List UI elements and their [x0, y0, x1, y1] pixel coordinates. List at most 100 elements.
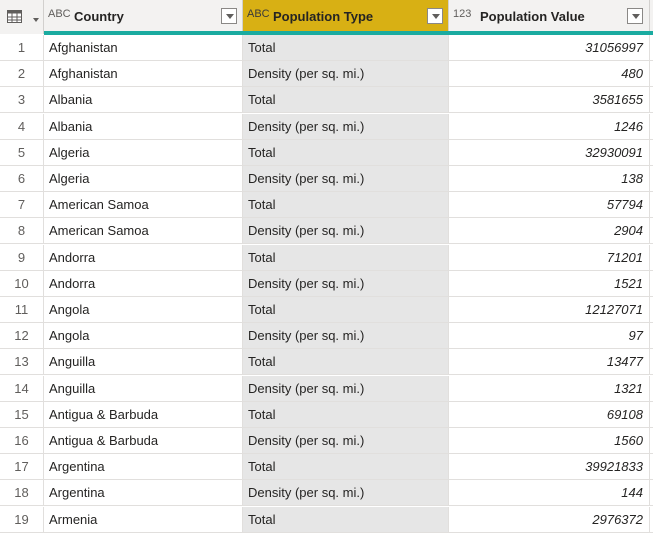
row-number[interactable]: 6 — [0, 166, 44, 192]
row-number[interactable]: 12 — [0, 323, 44, 350]
cell-country[interactable]: American Samoa — [44, 218, 243, 245]
table-row: 2 Afghanistan Density (per sq. mi.) 480 — [0, 61, 653, 88]
table-row: 14 Anguilla Density (per sq. mi.) 1321 — [0, 375, 653, 402]
table-row: 11 Angola Total 12127071 — [0, 297, 653, 323]
row-number[interactable]: 10 — [0, 270, 44, 297]
table-row: 3 Albania Total 3581655 — [0, 87, 653, 114]
cell-population-value[interactable]: 32930091 — [449, 139, 650, 166]
row-number[interactable]: 17 — [0, 454, 44, 481]
cell-country[interactable]: Antigua & Barbuda — [44, 401, 243, 428]
row-number[interactable]: 2 — [0, 61, 44, 88]
table-row: 6 Algeria Density (per sq. mi.) 138 — [0, 166, 653, 192]
row-number[interactable]: 5 — [0, 139, 44, 166]
cell-population-value[interactable]: 31056997 — [449, 35, 650, 61]
cell-country[interactable]: Anguilla — [44, 375, 243, 402]
cell-population-type[interactable]: Total — [243, 401, 449, 428]
cell-country[interactable]: Argentina — [44, 454, 243, 481]
data-grid: ABC Country ABC Population Type 123 Popu… — [0, 0, 653, 536]
cell-country[interactable]: Albania — [44, 87, 243, 114]
column-label-population-type: Population Type — [273, 9, 374, 24]
cell-population-value[interactable]: 1560 — [449, 428, 650, 454]
cell-population-value[interactable]: 97 — [449, 323, 650, 350]
table-row: 9 Andorra Total 71201 — [0, 244, 653, 271]
cell-population-value[interactable]: 12127071 — [449, 297, 650, 323]
cell-country[interactable]: Afghanistan — [44, 61, 243, 88]
row-number[interactable]: 13 — [0, 349, 44, 376]
cell-population-value[interactable]: 3581655 — [449, 87, 650, 114]
row-number[interactable]: 11 — [0, 297, 44, 323]
cell-population-value[interactable]: 69108 — [449, 401, 650, 428]
cell-population-value[interactable]: 1321 — [449, 375, 650, 402]
cell-population-type[interactable]: Total — [243, 139, 449, 166]
cell-country[interactable]: Albania — [44, 113, 243, 140]
text-type-icon[interactable]: ABC — [48, 8, 71, 20]
cell-population-type[interactable]: Total — [243, 35, 449, 61]
cell-country[interactable]: Angola — [44, 297, 243, 323]
cell-population-type[interactable]: Density (per sq. mi.) — [243, 270, 449, 297]
cell-population-type[interactable]: Total — [243, 244, 449, 271]
row-number[interactable]: 8 — [0, 218, 44, 245]
row-number[interactable]: 19 — [0, 506, 44, 533]
cell-population-value[interactable]: 1521 — [449, 270, 650, 297]
row-number[interactable]: 15 — [0, 401, 44, 428]
row-number[interactable]: 9 — [0, 244, 44, 271]
row-number[interactable]: 4 — [0, 113, 44, 140]
cell-country[interactable]: American Samoa — [44, 192, 243, 219]
cell-population-type[interactable]: Total — [243, 192, 449, 219]
cell-country[interactable]: Armenia — [44, 506, 243, 533]
row-number[interactable]: 18 — [0, 480, 44, 507]
cell-population-type[interactable]: Total — [243, 87, 449, 114]
number-type-icon[interactable]: 123 — [453, 8, 471, 20]
cell-population-value[interactable]: 2904 — [449, 218, 650, 245]
table-row: 7 American Samoa Total 57794 — [0, 192, 653, 219]
cell-population-type[interactable]: Density (per sq. mi.) — [243, 323, 449, 350]
filter-dropdown-population-value[interactable] — [627, 8, 643, 24]
cell-country[interactable]: Anguilla — [44, 349, 243, 376]
cell-population-value[interactable]: 13477 — [449, 349, 650, 376]
cell-population-value[interactable]: 144 — [449, 480, 650, 507]
table-icon — [7, 10, 22, 23]
cell-population-type[interactable]: Density (per sq. mi.) — [243, 375, 449, 402]
row-number[interactable]: 1 — [0, 35, 44, 61]
row-number[interactable]: 3 — [0, 87, 44, 114]
cell-country[interactable]: Afghanistan — [44, 35, 243, 61]
cell-population-type[interactable]: Density (per sq. mi.) — [243, 480, 449, 507]
column-header-country[interactable]: ABC Country — [44, 0, 243, 34]
text-type-icon[interactable]: ABC — [247, 8, 270, 20]
cell-country[interactable]: Angola — [44, 323, 243, 350]
column-header-population-type[interactable]: ABC Population Type — [243, 0, 449, 34]
cell-population-type[interactable]: Density (per sq. mi.) — [243, 61, 449, 88]
cell-population-type[interactable]: Density (per sq. mi.) — [243, 166, 449, 192]
cell-country[interactable]: Argentina — [44, 480, 243, 507]
cell-population-type[interactable]: Density (per sq. mi.) — [243, 218, 449, 245]
row-number[interactable]: 7 — [0, 192, 44, 219]
table-row: 19 Armenia Total 2976372 — [0, 506, 653, 533]
table-menu-button[interactable] — [0, 0, 44, 34]
cell-population-type[interactable]: Density (per sq. mi.) — [243, 428, 449, 454]
cell-population-value[interactable]: 2976372 — [449, 506, 650, 533]
table-row: 16 Antigua & Barbuda Density (per sq. mi.)… — [0, 428, 653, 454]
cell-population-type[interactable]: Density (per sq. mi.) — [243, 113, 449, 140]
cell-country[interactable]: Antigua & Barbuda — [44, 428, 243, 454]
table-row: 4 Albania Density (per sq. mi.) 1246 — [0, 113, 653, 140]
filter-dropdown-country[interactable] — [221, 8, 237, 24]
column-header-population-value[interactable]: 123 Population Value — [449, 0, 650, 34]
cell-population-type[interactable]: Total — [243, 454, 449, 481]
column-label-population-value: Population Value — [480, 9, 585, 24]
filter-dropdown-population-type[interactable] — [427, 8, 443, 24]
cell-population-type[interactable]: Total — [243, 297, 449, 323]
cell-population-value[interactable]: 1246 — [449, 113, 650, 140]
row-number[interactable]: 16 — [0, 428, 44, 454]
cell-country[interactable]: Andorra — [44, 244, 243, 271]
cell-population-value[interactable]: 480 — [449, 61, 650, 88]
cell-country[interactable]: Algeria — [44, 166, 243, 192]
cell-population-type[interactable]: Total — [243, 506, 449, 533]
cell-country[interactable]: Algeria — [44, 139, 243, 166]
cell-population-value[interactable]: 138 — [449, 166, 650, 192]
cell-population-type[interactable]: Total — [243, 349, 449, 376]
cell-population-value[interactable]: 71201 — [449, 244, 650, 271]
row-number[interactable]: 14 — [0, 375, 44, 402]
cell-population-value[interactable]: 57794 — [449, 192, 650, 219]
cell-country[interactable]: Andorra — [44, 270, 243, 297]
cell-population-value[interactable]: 39921833 — [449, 454, 650, 481]
